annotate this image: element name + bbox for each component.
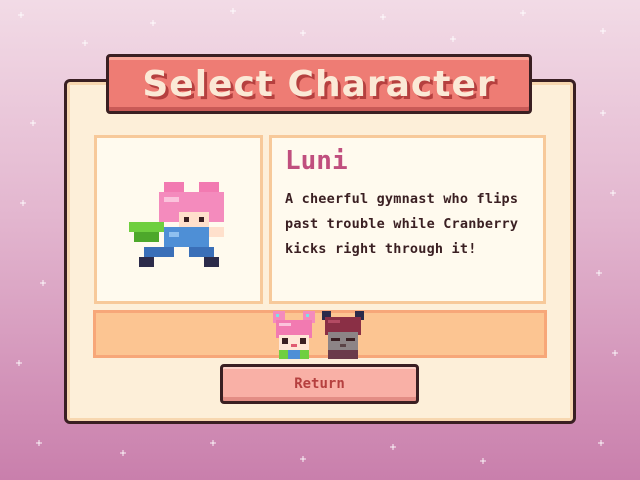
character-description: A cheerful gymnast who flips past troubl… bbox=[285, 191, 519, 257]
luni-sprite-icon bbox=[129, 182, 224, 267]
cranberry-portrait-icon[interactable] bbox=[319, 311, 367, 359]
return-button-label: Return bbox=[294, 376, 345, 392]
character-portrait-frame bbox=[94, 135, 263, 304]
title-banner: Select Character bbox=[106, 54, 532, 114]
character-name: Luni bbox=[285, 146, 348, 176]
luni-portrait-icon[interactable] bbox=[270, 311, 318, 359]
page-title: Select Character bbox=[142, 63, 496, 105]
return-button[interactable]: Return bbox=[220, 364, 419, 404]
character-info-box: Luni A cheerful gymnast who flips past t… bbox=[269, 135, 546, 304]
